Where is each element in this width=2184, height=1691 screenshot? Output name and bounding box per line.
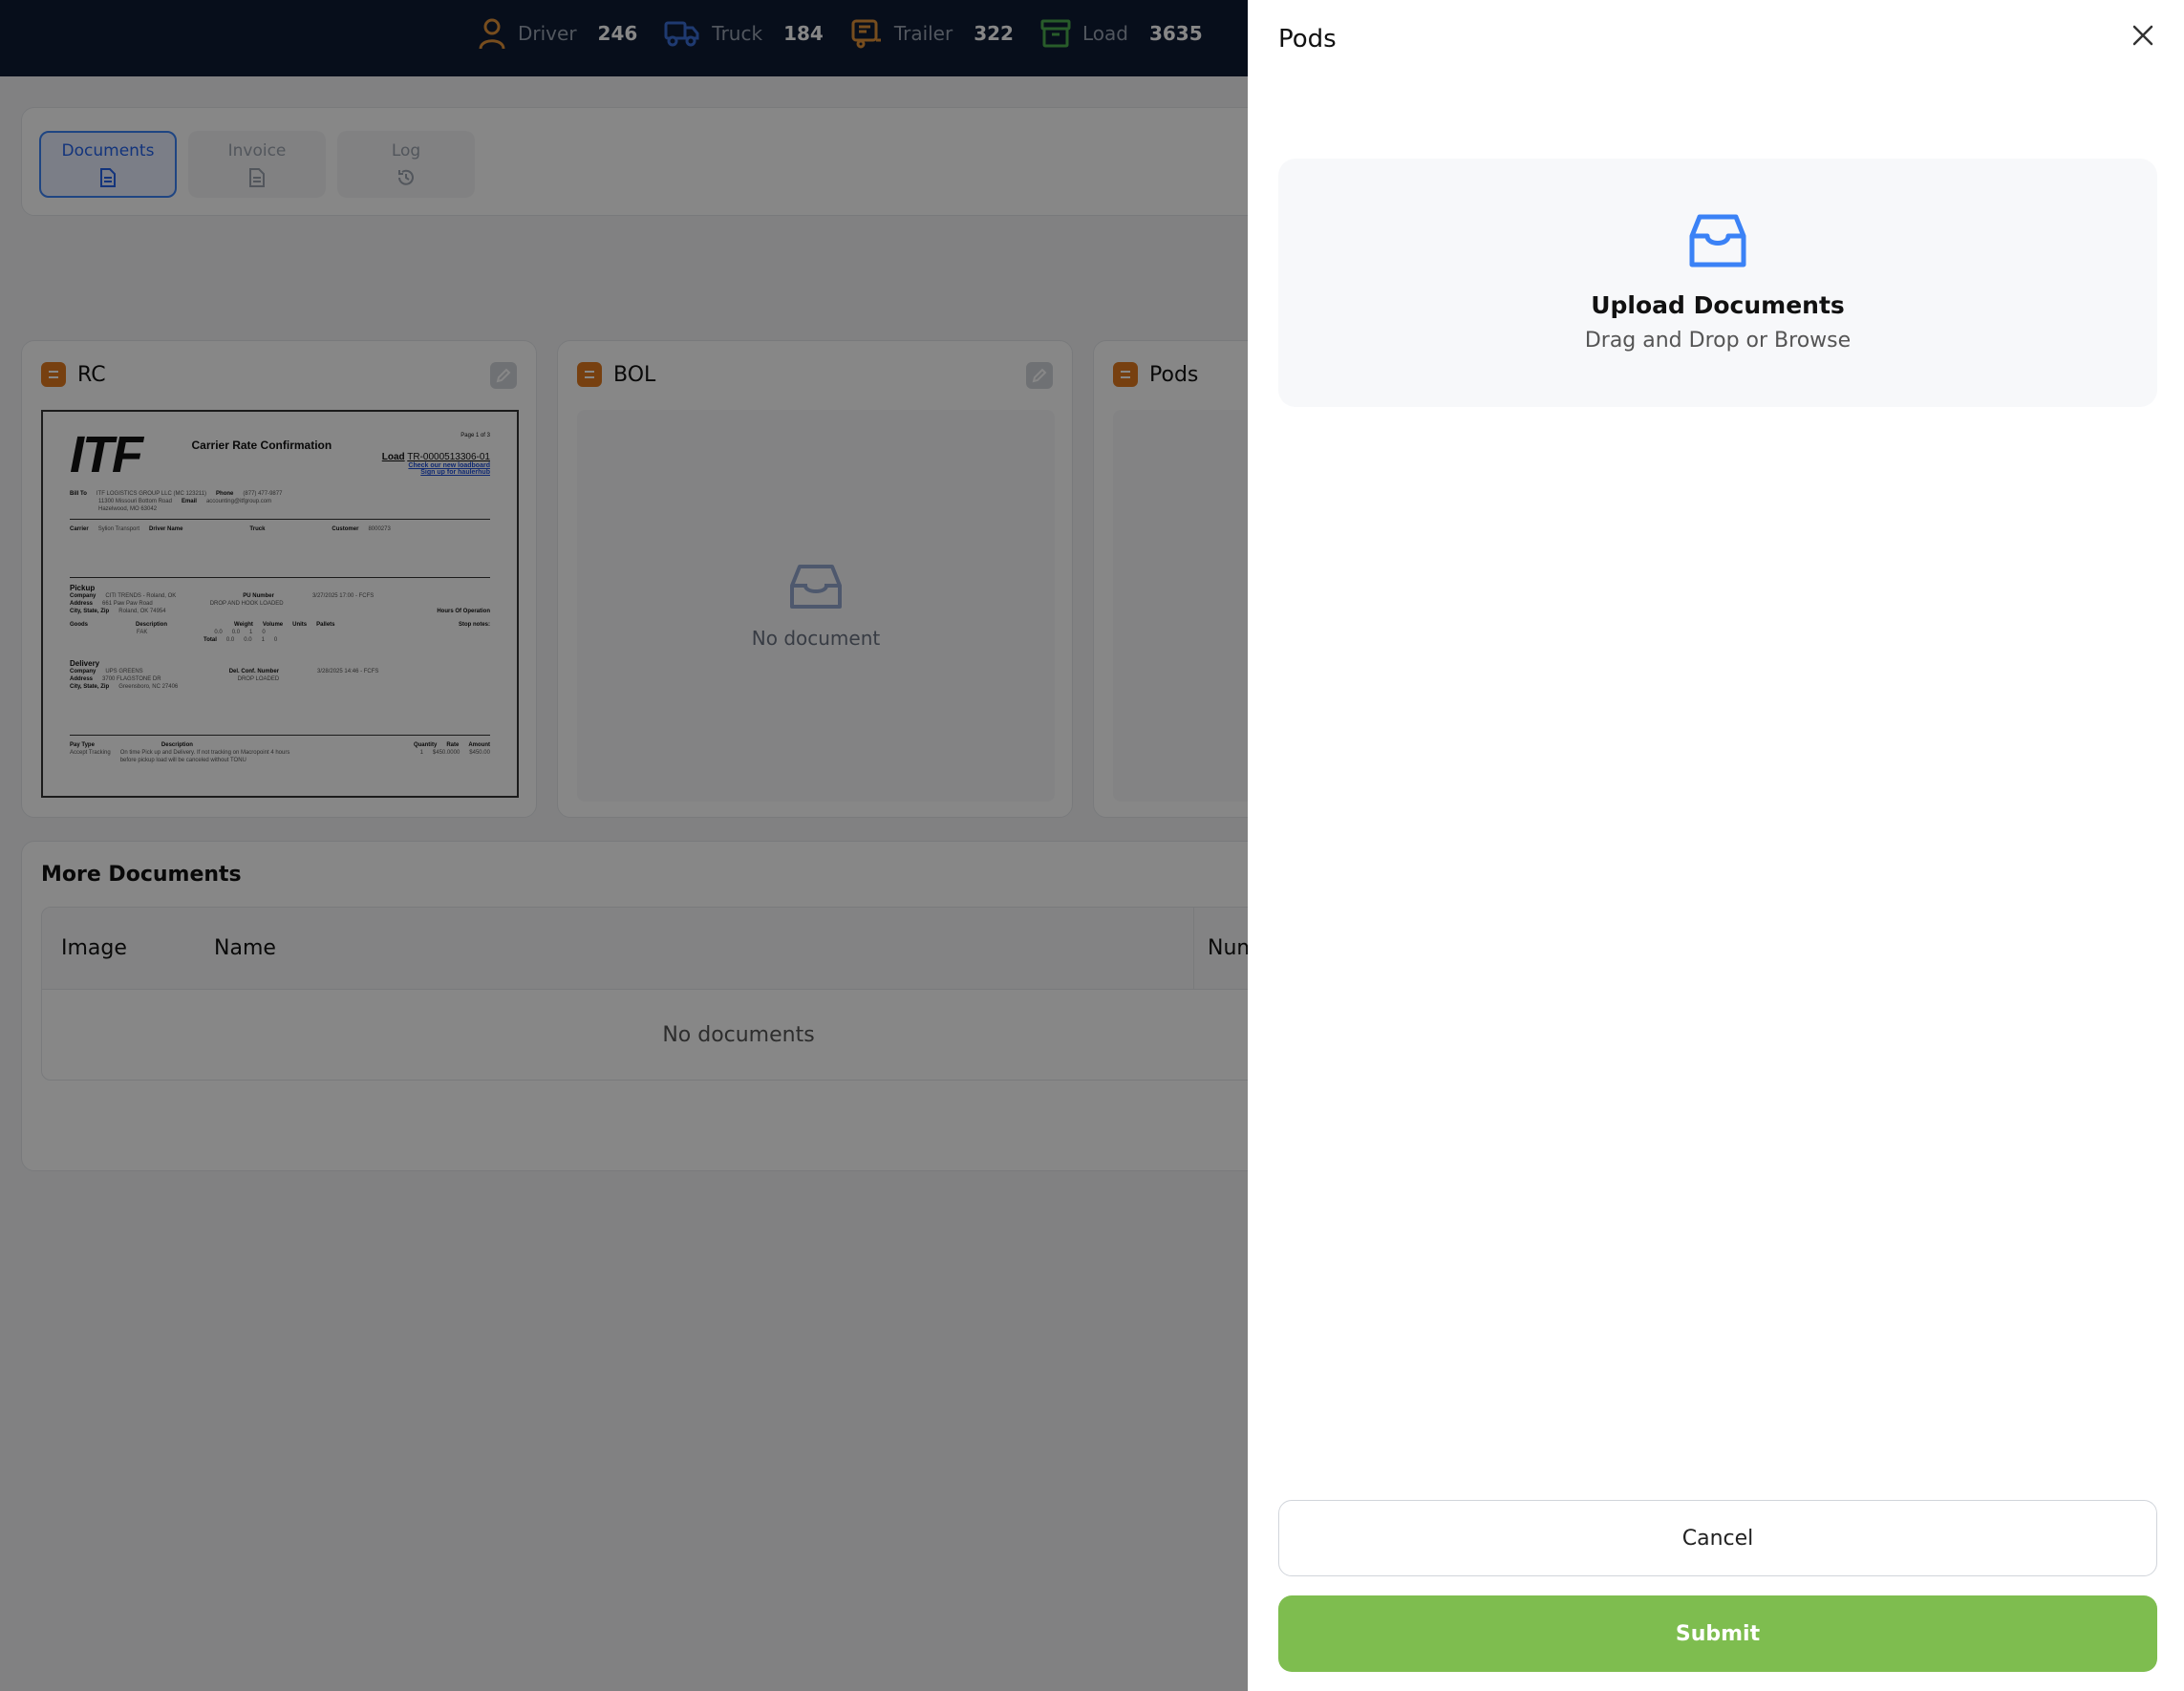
close-icon (2131, 24, 2154, 51)
inbox-icon (1688, 213, 1747, 272)
cancel-button[interactable]: Cancel (1278, 1500, 2157, 1576)
pods-upload-drawer: Pods Upload Documents Drag and Drop or B… (1248, 0, 2184, 1691)
drawer-title: Pods (1278, 25, 1337, 54)
modal-backdrop[interactable] (0, 0, 1248, 1691)
close-button[interactable] (2129, 23, 2157, 52)
upload-dropzone[interactable]: Upload Documents Drag and Drop or Browse (1278, 159, 2157, 407)
upload-subtitle[interactable]: Drag and Drop or Browse (1585, 329, 1851, 353)
submit-button[interactable]: Submit (1278, 1595, 2157, 1672)
upload-title: Upload Documents (1591, 291, 1845, 319)
